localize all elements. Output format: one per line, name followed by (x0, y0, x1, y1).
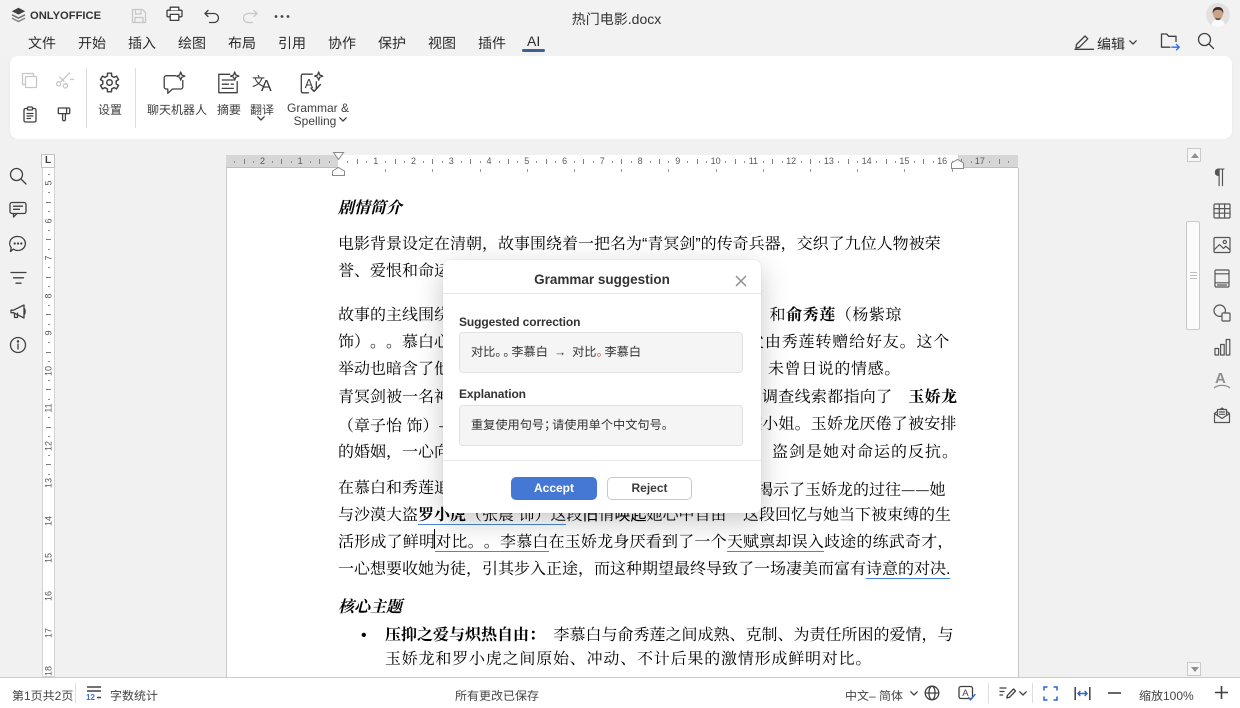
svg-text:12: 12 (86, 693, 95, 702)
